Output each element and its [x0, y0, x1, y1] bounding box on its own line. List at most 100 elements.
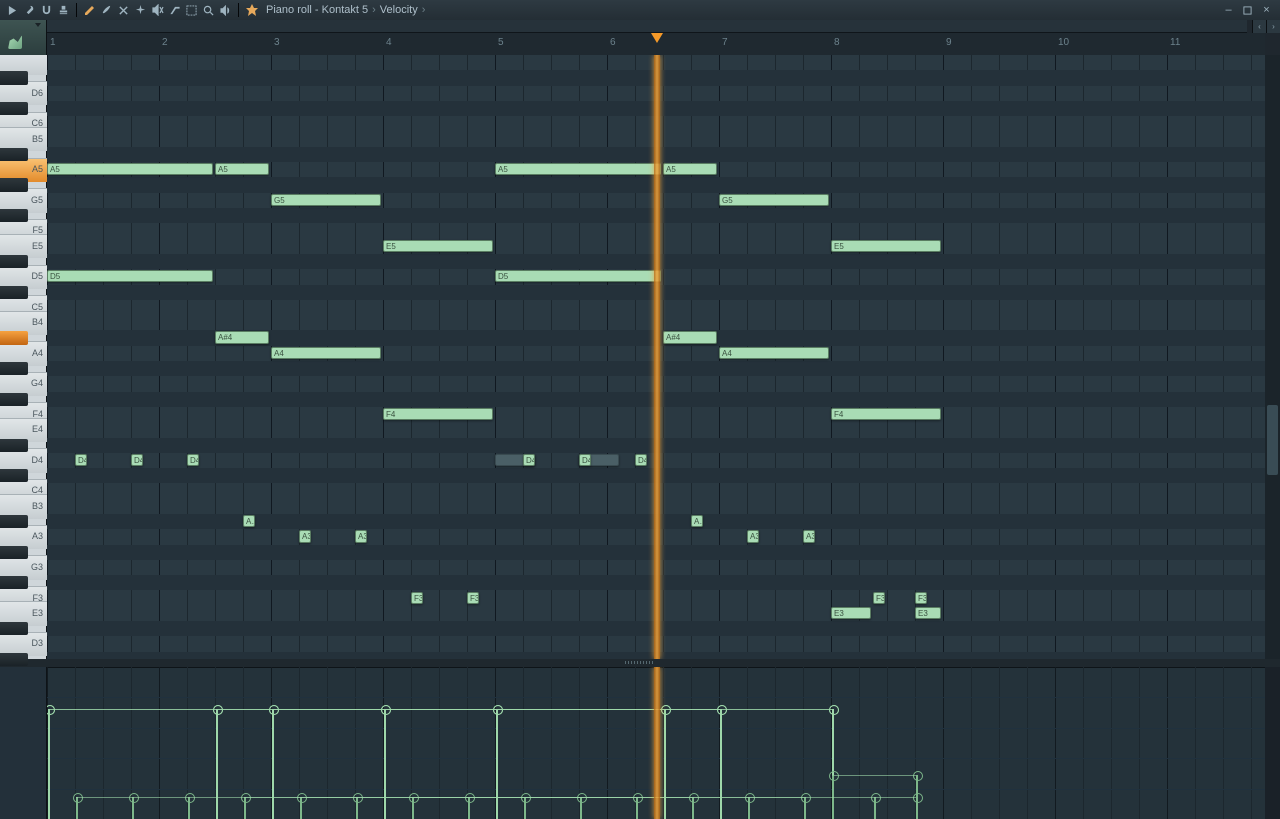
midi-note[interactable]: F3 — [915, 592, 927, 604]
pencil-icon[interactable] — [82, 3, 97, 18]
velocity-stem[interactable] — [300, 797, 302, 819]
midi-note[interactable]: A5 — [495, 163, 661, 175]
mini-nav-left[interactable]: ‹ — [1252, 20, 1266, 33]
midi-note[interactable]: A… — [691, 515, 703, 527]
zoom-icon[interactable] — [201, 3, 216, 18]
piano-key-black[interactable] — [0, 178, 28, 191]
midi-note[interactable]: A5 — [215, 163, 269, 175]
breadcrumb[interactable]: Piano roll - Kontakt 5 › Velocity › — [266, 4, 429, 16]
midi-note[interactable]: A3 — [299, 530, 311, 542]
midi-note[interactable]: F4 — [831, 408, 941, 420]
midi-note[interactable]: G5 — [719, 194, 829, 206]
midi-note[interactable]: F3 — [873, 592, 885, 604]
velocity-stem[interactable] — [384, 709, 386, 819]
sparkle-icon[interactable] — [133, 3, 148, 18]
midi-note[interactable]: D4 — [187, 454, 199, 466]
piano-key-black[interactable] — [0, 209, 28, 222]
velocity-stem[interactable] — [524, 797, 526, 819]
midi-note[interactable]: D4 — [131, 454, 143, 466]
minimize-icon[interactable]: – — [1221, 3, 1236, 18]
midi-note[interactable]: D4 — [75, 454, 87, 466]
maximize-icon[interactable] — [1240, 3, 1255, 18]
midi-note[interactable]: E5 — [383, 240, 493, 252]
midi-note[interactable]: D4 — [523, 454, 535, 466]
velocity-stem[interactable] — [468, 797, 470, 819]
mini-nav-right[interactable]: › — [1266, 20, 1280, 33]
velocity-grid[interactable] — [47, 667, 1265, 819]
piano-key-black[interactable] — [0, 515, 28, 528]
wrench-icon[interactable] — [22, 3, 37, 18]
piano-key-black[interactable] — [0, 255, 28, 268]
midi-note[interactable]: E5 — [831, 240, 941, 252]
piano-key-black[interactable] — [0, 653, 28, 666]
stamp-icon[interactable] — [56, 3, 71, 18]
piano-key-black[interactable] — [0, 469, 28, 482]
midi-note[interactable]: D4 — [579, 454, 591, 466]
midi-note[interactable]: F4 — [383, 408, 493, 420]
velocity-stem[interactable] — [916, 775, 918, 819]
velocity-stem[interactable] — [216, 709, 218, 819]
velocity-stem[interactable] — [48, 709, 50, 819]
midi-note[interactable]: E3 — [915, 607, 941, 619]
playback-icon[interactable] — [218, 3, 233, 18]
velocity-stem[interactable] — [804, 797, 806, 819]
piano-key-black[interactable] — [0, 576, 28, 589]
midi-note[interactable]: D5 — [495, 270, 661, 282]
mute-icon[interactable] — [150, 3, 165, 18]
velocity-stem[interactable] — [272, 709, 274, 819]
piano-key-black[interactable] — [0, 102, 28, 115]
cut-icon[interactable] — [116, 3, 131, 18]
scrollbar-thumb[interactable] — [1267, 405, 1278, 475]
midi-note[interactable]: E3 — [831, 607, 871, 619]
piano-key-black[interactable] — [0, 622, 28, 635]
velocity-stem[interactable] — [132, 797, 134, 819]
midi-note[interactable]: A#4 — [663, 331, 717, 343]
lane-splitter[interactable] — [0, 659, 1280, 667]
velocity-stem[interactable] — [244, 797, 246, 819]
midi-note[interactable]: D5 — [47, 270, 213, 282]
piano-key-black[interactable] — [0, 362, 28, 375]
midi-note[interactable]: A#4 — [215, 331, 269, 343]
velocity-stem[interactable] — [748, 797, 750, 819]
velocity-lane-gutter[interactable] — [0, 667, 47, 819]
midi-note[interactable]: D4 — [635, 454, 647, 466]
piano-key-black[interactable] — [0, 331, 28, 344]
magnet-icon[interactable] — [39, 3, 54, 18]
play-icon[interactable] — [5, 3, 20, 18]
brush-icon[interactable] — [99, 3, 114, 18]
velocity-stem[interactable] — [874, 797, 876, 819]
midi-note[interactable]: A5 — [663, 163, 717, 175]
note-grid[interactable]: A5A5A5A5G5G5E5E5D5D5A#4A#4A4A4F4F4D4D4D4… — [47, 55, 1265, 659]
select-icon[interactable] — [184, 3, 199, 18]
velocity-stem[interactable] — [188, 797, 190, 819]
piano-key-black[interactable] — [0, 148, 28, 161]
velocity-stem[interactable] — [636, 797, 638, 819]
velocity-stem[interactable] — [76, 797, 78, 819]
midi-note[interactable]: F3 — [467, 592, 479, 604]
midi-note[interactable]: A3 — [803, 530, 815, 542]
piano-key-black[interactable] — [0, 393, 28, 406]
piano-keyboard[interactable]: D6C6B5A5G5F5E5D5C5B4A4G4F4E4D4C4B3A3G3F3… — [0, 55, 47, 659]
slide-icon[interactable] — [167, 3, 182, 18]
velocity-stem[interactable] — [692, 797, 694, 819]
midi-note[interactable]: A4 — [271, 347, 381, 359]
midi-note[interactable]: A… — [243, 515, 255, 527]
piano-roll-options-button[interactable] — [0, 20, 47, 55]
close-icon[interactable]: × — [1259, 3, 1274, 18]
midi-note[interactable]: G5 — [271, 194, 381, 206]
piano-key-black[interactable] — [0, 546, 28, 559]
velocity-stem[interactable] — [720, 709, 722, 819]
playhead-line[interactable] — [654, 55, 660, 659]
midi-note[interactable]: A4 — [719, 347, 829, 359]
velocity-stem[interactable] — [580, 797, 582, 819]
mini-track[interactable] — [47, 20, 1247, 33]
timeline[interactable]: 1234567891011 — [47, 33, 1265, 55]
playhead-line[interactable] — [654, 667, 660, 819]
focus-icon[interactable] — [244, 3, 259, 18]
piano-key-black[interactable] — [0, 286, 28, 299]
midi-note[interactable]: F3 — [411, 592, 423, 604]
midi-note[interactable]: A3 — [355, 530, 367, 542]
midi-note[interactable]: A3 — [747, 530, 759, 542]
playhead-marker[interactable] — [651, 33, 663, 45]
piano-key-black[interactable] — [0, 71, 28, 84]
